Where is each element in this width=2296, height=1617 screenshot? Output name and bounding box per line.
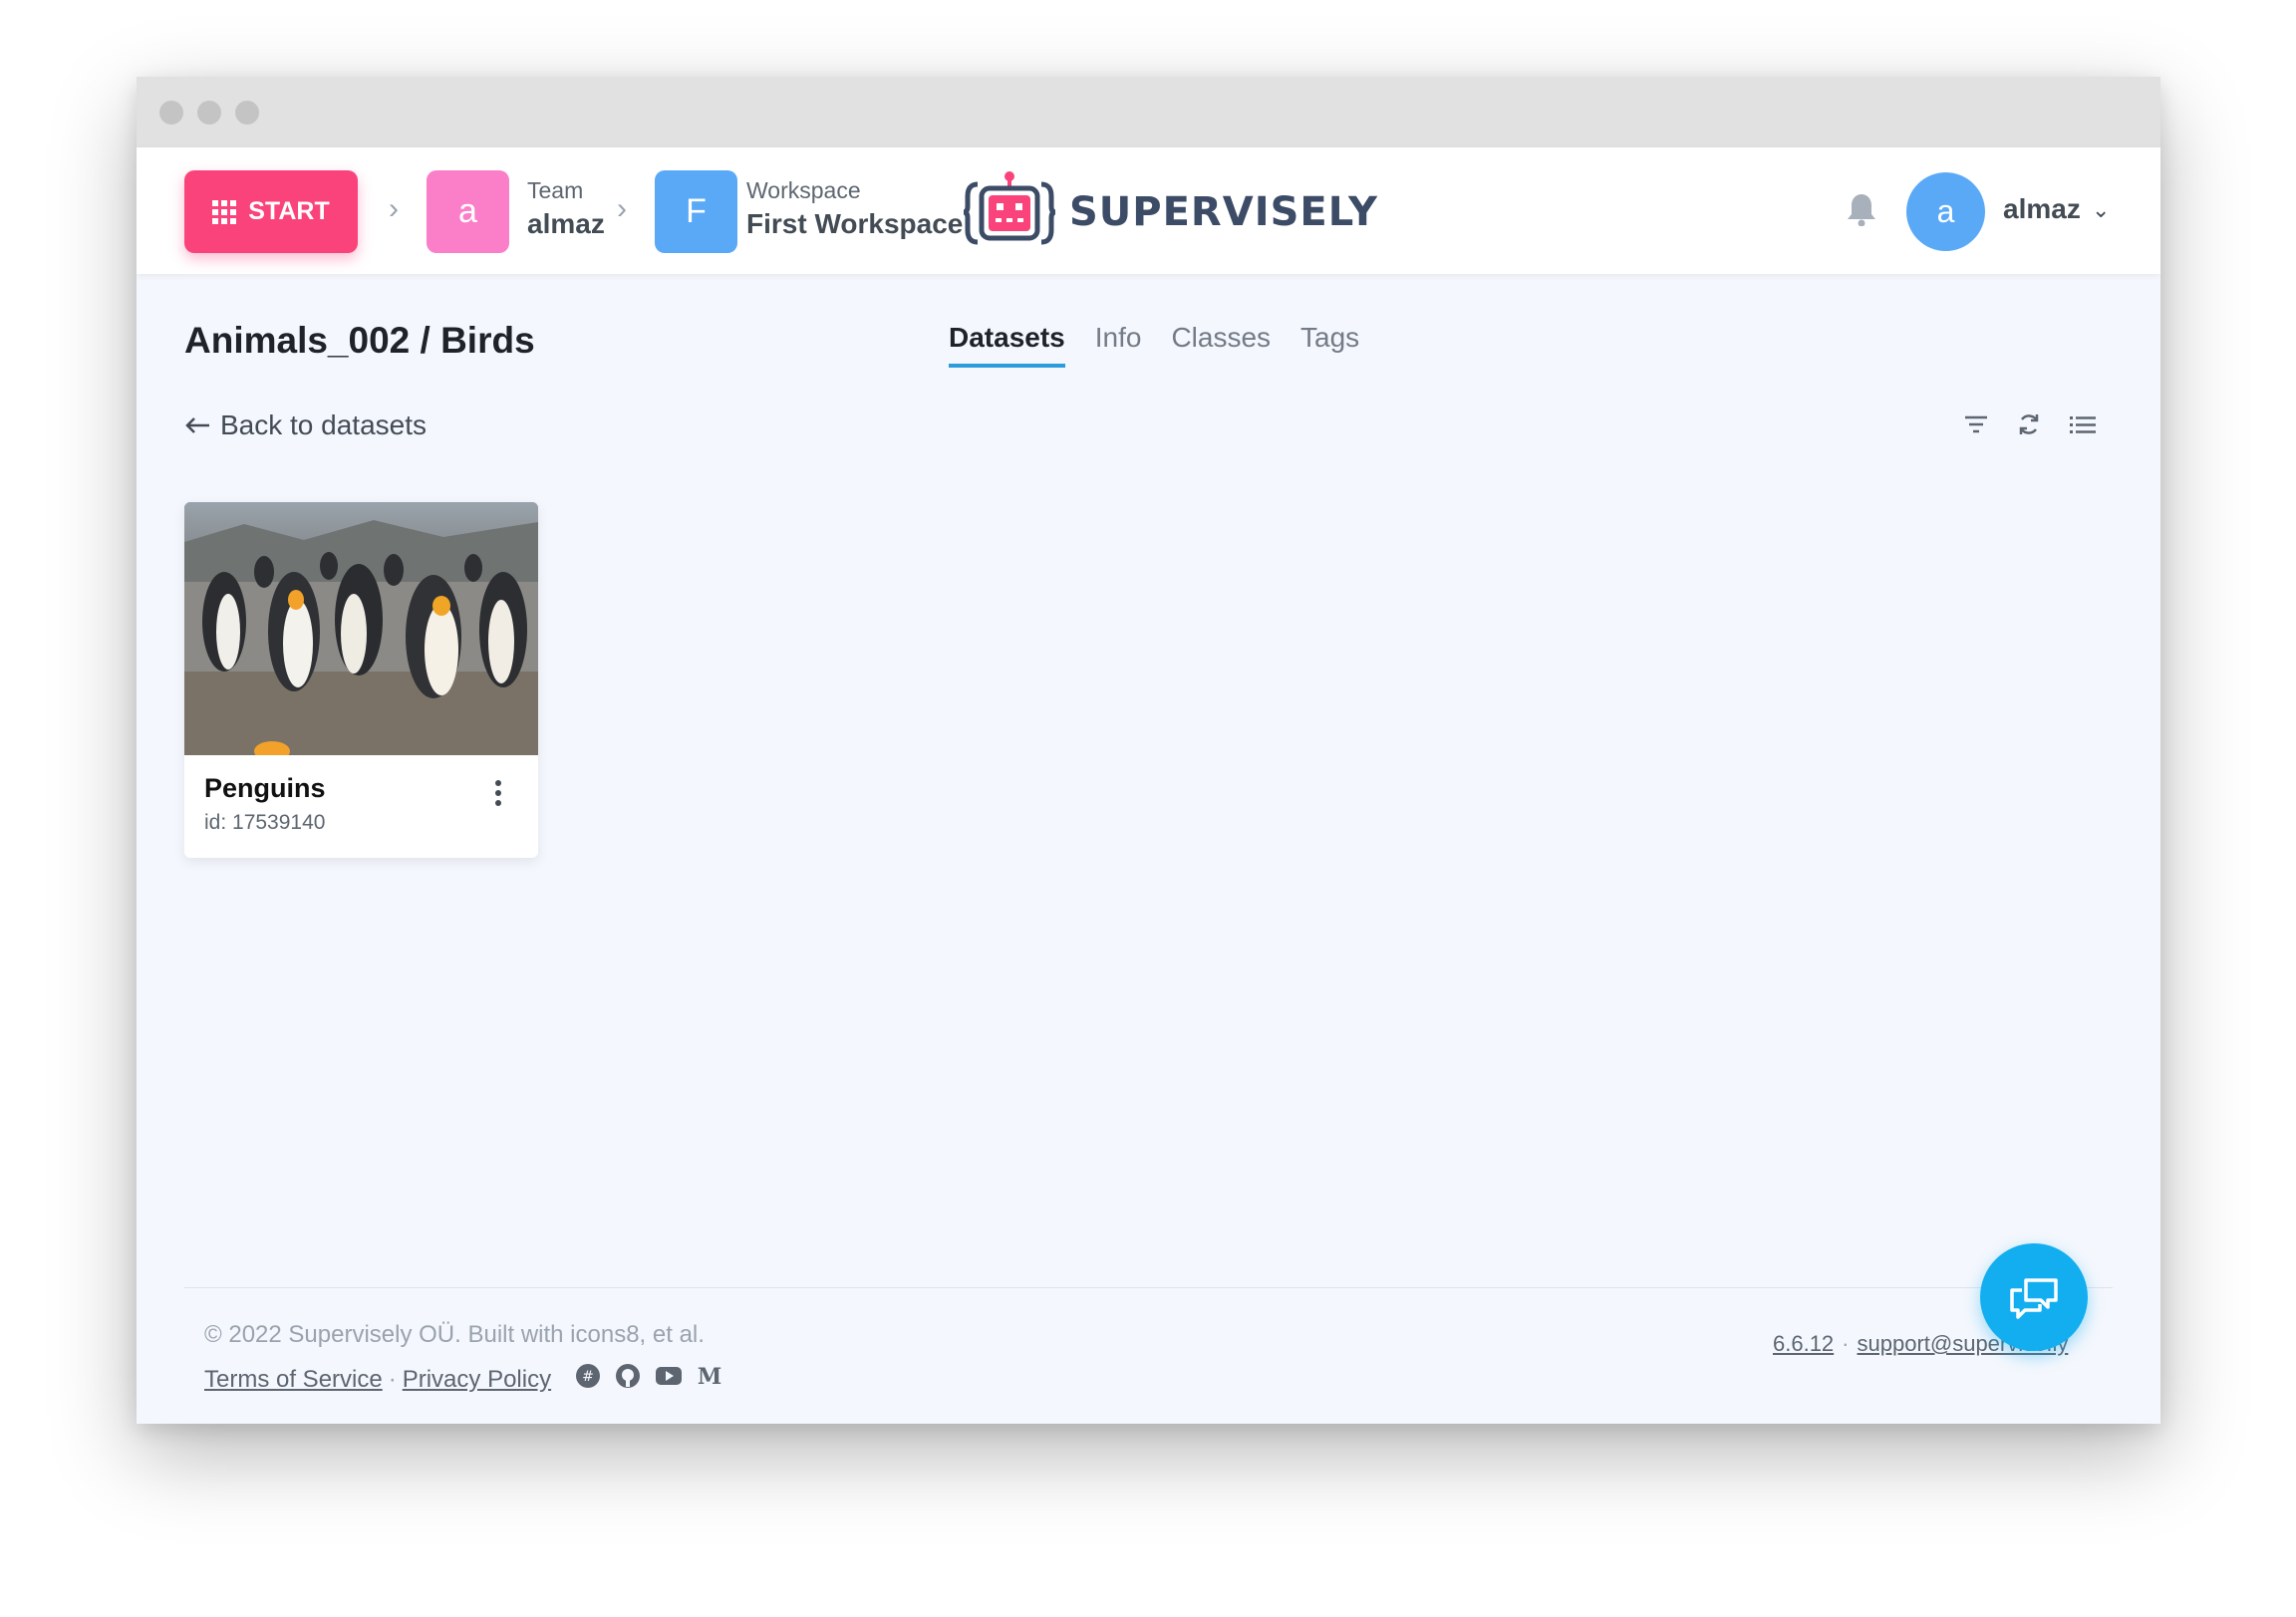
window-titlebar — [137, 77, 2160, 147]
window-close-dot[interactable] — [159, 100, 183, 125]
footer-separator: · — [388, 1365, 397, 1393]
arrow-left-icon — [185, 417, 209, 433]
workspace-name: First Workspace — [746, 208, 964, 239]
footer-separator: · — [1842, 1331, 1850, 1356]
workspace-caption: Workspace — [746, 177, 861, 203]
team-name: almaz — [527, 208, 605, 239]
start-button-label: START — [248, 197, 330, 225]
chat-button[interactable] — [1980, 1243, 2088, 1351]
refresh-icon[interactable] — [2015, 410, 2043, 443]
tab-datasets[interactable]: Datasets — [949, 322, 1065, 368]
workspace-avatar[interactable]: F — [655, 170, 737, 253]
logo-wordmark: SUPERVISELY — [1069, 189, 1378, 235]
github-icon[interactable] — [615, 1363, 641, 1396]
slack-icon[interactable]: # — [575, 1363, 601, 1396]
terms-of-service-link[interactable]: Terms of Service — [204, 1366, 383, 1394]
window-maximize-dot[interactable] — [235, 100, 259, 125]
page-title: Animals_002 / Birds — [184, 320, 535, 361]
team-caption: Team — [527, 177, 584, 203]
apps-grid-icon — [212, 199, 237, 224]
user-name[interactable]: almaz — [2003, 193, 2081, 225]
dataset-name: Penguins — [204, 773, 326, 803]
back-link-label: Back to datasets — [220, 409, 428, 440]
chevron-down-icon[interactable]: ⌄ — [2092, 197, 2110, 223]
dataset-id: id: 17539140 — [204, 811, 326, 834]
social-links: # M — [575, 1363, 722, 1396]
notifications-bell-icon[interactable] — [1847, 192, 1876, 231]
team-avatar[interactable]: a — [427, 170, 509, 253]
filter-icon[interactable] — [1962, 410, 1990, 443]
chat-bubbles-icon — [2010, 1278, 2058, 1319]
tab-classes[interactable]: Classes — [1171, 322, 1271, 368]
team-breadcrumb[interactable]: Team almaz — [527, 177, 605, 240]
project-tabs: Datasets Info Classes Tags — [949, 322, 1359, 368]
tab-tags[interactable]: Tags — [1300, 322, 1359, 368]
window-minimize-dot[interactable] — [197, 100, 221, 125]
list-view-icon[interactable] — [2068, 410, 2098, 443]
browser-window: START › a Team almaz › F Workspace First… — [137, 77, 2160, 1424]
start-button[interactable]: START — [184, 170, 358, 253]
user-avatar[interactable]: a — [1906, 172, 1985, 251]
breadcrumb-chevron-icon: › — [389, 192, 399, 225]
youtube-icon[interactable] — [655, 1365, 683, 1394]
privacy-policy-link[interactable]: Privacy Policy — [403, 1366, 551, 1394]
svg-text:#: # — [582, 1369, 594, 1385]
footer-copyright: © 2022 Supervisely OÜ. Built with icons8… — [204, 1321, 705, 1348]
breadcrumb-chevron-icon: › — [617, 192, 627, 225]
back-to-datasets-link[interactable]: Back to datasets — [184, 409, 427, 441]
workspace-breadcrumb[interactable]: Workspace First Workspace — [746, 177, 963, 240]
dataset-card[interactable]: Penguins id: 17539140 — [184, 502, 538, 858]
svg-text:M: M — [698, 1364, 721, 1388]
medium-icon[interactable]: M — [697, 1364, 722, 1395]
version-link[interactable]: 6.6.12 — [1773, 1331, 1834, 1357]
top-navigation-bar: START › a Team almaz › F Workspace First… — [137, 147, 2160, 274]
footer-links: Terms of Service · Privacy Policy # M — [204, 1363, 722, 1396]
dataset-thumbnail — [184, 502, 538, 755]
footer-divider — [184, 1287, 2113, 1288]
tab-info[interactable]: Info — [1095, 322, 1142, 368]
robot-logo-icon — [964, 171, 1055, 245]
more-vertical-icon[interactable] — [493, 779, 503, 812]
supervisely-logo[interactable]: SUPERVISELY — [964, 167, 1378, 257]
